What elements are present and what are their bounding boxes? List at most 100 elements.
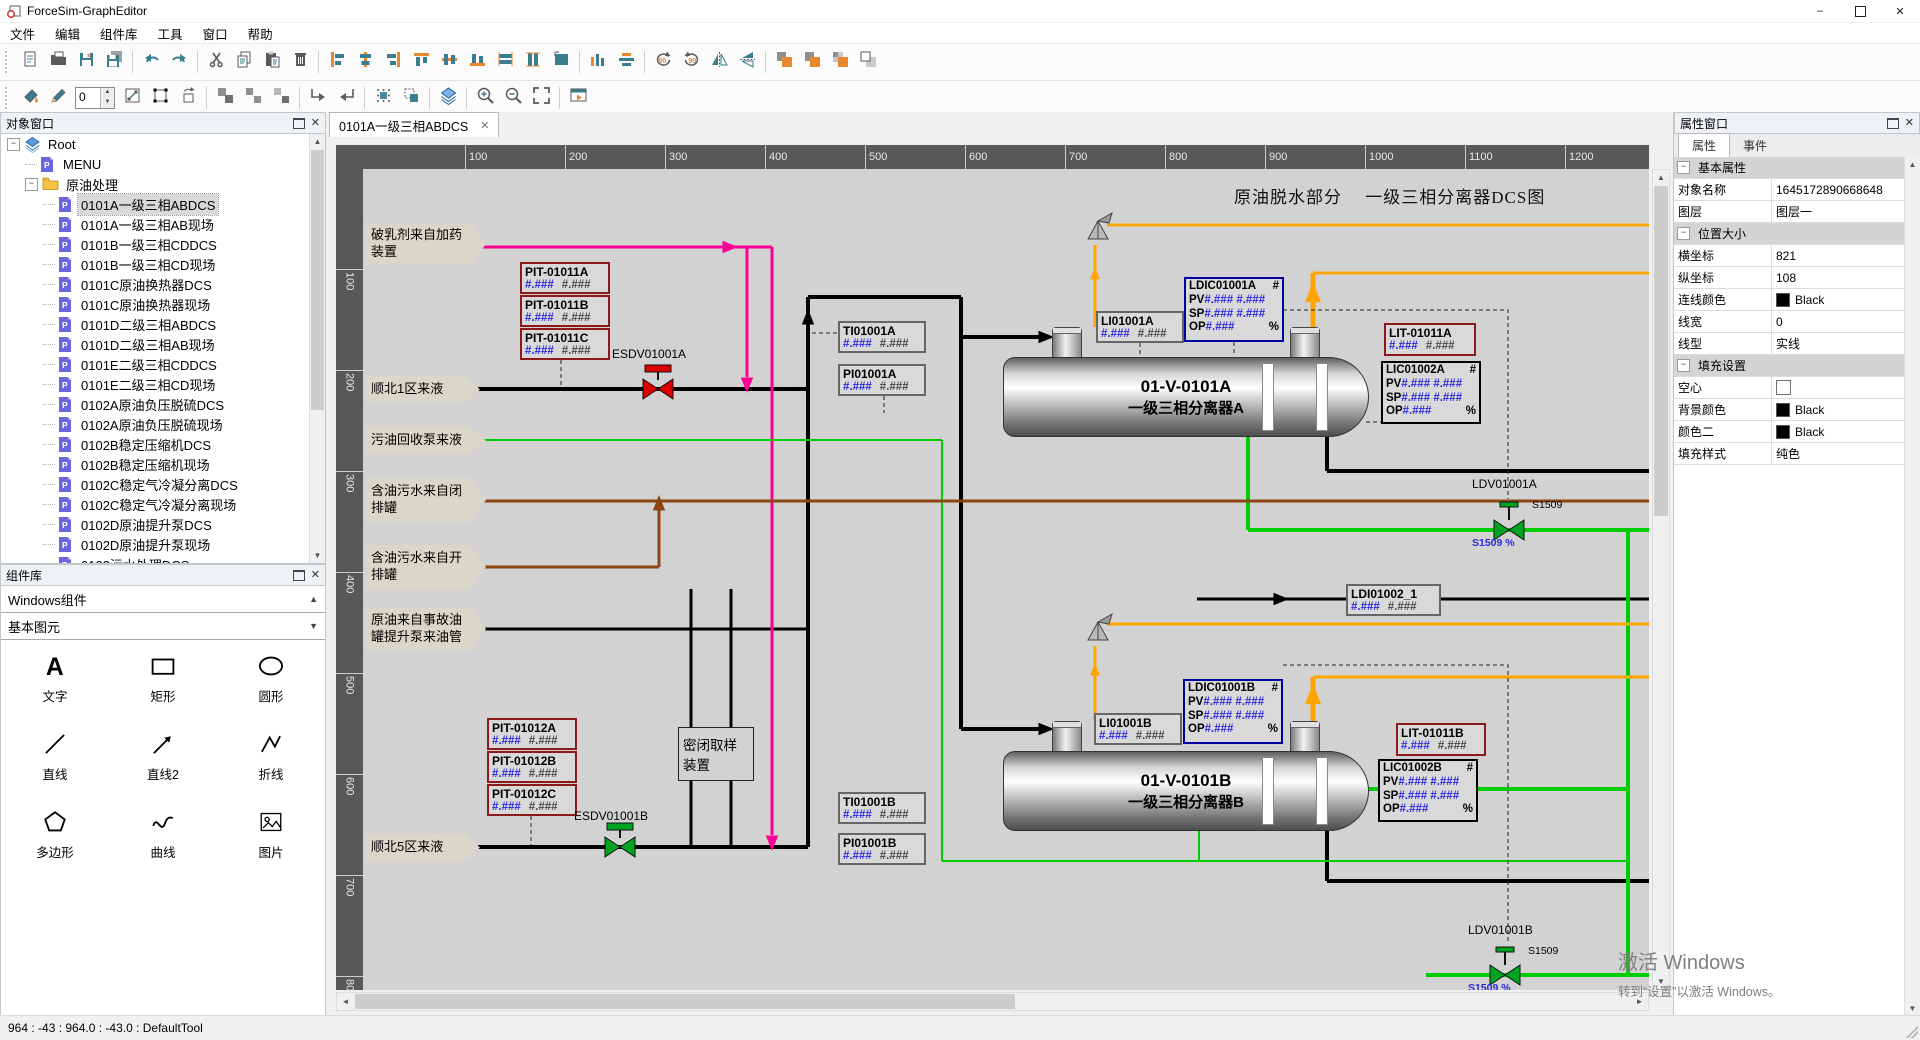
link-out-button[interactable] xyxy=(332,84,360,111)
instrument-tag-PIT-01012B[interactable]: PIT-01012B #.####.### xyxy=(487,751,577,783)
instrument-tag-LDIC01001A[interactable]: LDIC01001A# PV#.### #.### SP#.### #.### … xyxy=(1184,277,1284,342)
preview-button[interactable] xyxy=(564,84,592,111)
tree-item[interactable]: −原油处理 xyxy=(1,174,325,194)
flip-h-button[interactable] xyxy=(705,49,733,76)
instrument-tag-LDIC01001B[interactable]: LDIC01001B# PV#.### #.### SP#.### #.### … xyxy=(1183,679,1283,744)
scroll-thumb[interactable] xyxy=(355,994,1015,1009)
tree-item[interactable]: P0102A原油负压脱硫现场 xyxy=(1,414,325,434)
esdv-valve-ESDV01001A[interactable] xyxy=(638,363,678,408)
drawing-canvas[interactable]: 原油脱水部分 一级三相分离器DCS图破乳剂来自加药装置顺北1区来液污油回收泵来液… xyxy=(363,169,1649,990)
color-swatch[interactable] xyxy=(1776,403,1790,417)
instrument-tag-PIT-01011A[interactable]: PIT-01011A #.####.### xyxy=(520,262,610,294)
scroll-left-icon[interactable]: ◄ xyxy=(337,993,354,1010)
instrument-tag-TI01001B[interactable]: TI01001B #.####.### xyxy=(838,792,926,824)
property-value-cell[interactable]: 1645172890668648 xyxy=(1772,183,1905,197)
group-collapse-icon[interactable]: − xyxy=(1677,359,1690,372)
flip-v-button[interactable] xyxy=(733,49,761,76)
component-image[interactable]: 图片 xyxy=(217,796,325,874)
scroll-down-icon[interactable]: ▼ xyxy=(1653,974,1669,989)
align-center-h-button[interactable] xyxy=(351,49,379,76)
checkbox[interactable] xyxy=(1776,380,1791,395)
tree-item[interactable]: P0101B一级三相CDDCS xyxy=(1,234,325,254)
instrument-tag-LDI01002_1[interactable]: LDI01002_1 #.####.### xyxy=(1346,584,1441,616)
tree-item[interactable]: −Root xyxy=(1,134,325,154)
property-value-cell[interactable]: 108 xyxy=(1772,271,1905,285)
tree-scrollbar[interactable]: ▲ ▼ xyxy=(309,134,325,563)
tree-item[interactable]: PMENU xyxy=(1,154,325,174)
zoom-reset-button[interactable] xyxy=(527,84,555,111)
paste-button[interactable] xyxy=(258,49,286,76)
open-button[interactable] xyxy=(44,49,72,76)
property-value-cell[interactable]: 实线 xyxy=(1772,335,1905,352)
component-polygon[interactable]: 多边形 xyxy=(1,796,109,874)
zoom-out-button[interactable] xyxy=(499,84,527,111)
tab-close-icon[interactable]: ✕ xyxy=(480,119,489,132)
document-tab[interactable]: 0101A一级三相ABDCS ✕ xyxy=(329,112,499,137)
tree-item[interactable]: P0101C原油换热器现场 xyxy=(1,294,325,314)
align-top-button[interactable] xyxy=(407,49,435,76)
section-collapse-icon[interactable]: ▲ xyxy=(309,594,318,604)
component-text[interactable]: A 文字 xyxy=(1,640,109,718)
properties-tab-属性[interactable]: 属性 xyxy=(1678,133,1730,158)
delete-button[interactable] xyxy=(286,49,314,76)
instrument-tag-LI01001B[interactable]: LI01001B #.####.### xyxy=(1094,713,1182,745)
instrument-tag-PIT-01012A[interactable]: PIT-01012A #.####.### xyxy=(487,718,577,750)
tree-item[interactable]: P0101A一级三相AB现场 xyxy=(1,214,325,234)
redo-button[interactable] xyxy=(165,49,193,76)
instrument-tag-PIT-01011C[interactable]: PIT-01011C #.####.### xyxy=(520,328,610,360)
canvas-vertical-scrollbar[interactable]: ▲ ▼ xyxy=(1652,169,1670,990)
minimize-button[interactable]: – xyxy=(1800,0,1840,22)
same-width-button[interactable] xyxy=(491,49,519,76)
group-collapse-icon[interactable]: − xyxy=(1677,161,1690,174)
component-line2[interactable]: 直线2 xyxy=(109,718,217,796)
component-polyline[interactable]: 折线 xyxy=(217,718,325,796)
menu-工具[interactable]: 工具 xyxy=(148,22,193,45)
canvas-horizontal-scrollbar[interactable]: ◄ ► xyxy=(336,992,1649,1011)
property-value-cell[interactable]: Black xyxy=(1772,293,1905,307)
float-panel-icon[interactable] xyxy=(1887,118,1899,129)
tree-item[interactable]: P0101E二级三相CDDCS xyxy=(1,354,325,374)
tree-item[interactable]: P0103污水处理DCS xyxy=(1,554,325,564)
tree-item[interactable]: P0101C原油换热器DCS xyxy=(1,274,325,294)
instrument-tag-PI01001A[interactable]: PI01001A #.####.### xyxy=(838,364,926,396)
close-button[interactable]: ✕ xyxy=(1880,0,1920,22)
send-backward-button[interactable] xyxy=(854,49,882,76)
save-all-button[interactable] xyxy=(100,49,128,76)
save-button[interactable] xyxy=(72,49,100,76)
scroll-up-icon[interactable]: ▲ xyxy=(310,134,325,149)
scroll-thumb[interactable] xyxy=(311,150,324,410)
resize-grip[interactable] xyxy=(1906,1026,1918,1038)
property-value-cell[interactable]: Black xyxy=(1772,403,1905,417)
zoom-in-button[interactable] xyxy=(471,84,499,111)
tree-item[interactable]: P0102C稳定气冷凝分离DCS xyxy=(1,474,325,494)
new-button[interactable] xyxy=(16,49,44,76)
same-height-button[interactable] xyxy=(519,49,547,76)
scroll-down-icon[interactable]: ▼ xyxy=(310,548,325,563)
tree-item[interactable]: P0102A原油负压脱硫DCS xyxy=(1,394,325,414)
scroll-up-icon[interactable]: ▲ xyxy=(1905,157,1920,172)
component-line[interactable]: 直线 xyxy=(1,718,109,796)
scroll-right-icon[interactable]: ► xyxy=(1631,993,1648,1010)
distribute-v-button[interactable] xyxy=(612,49,640,76)
property-group-位置大小[interactable]: − 位置大小 xyxy=(1674,223,1905,245)
same-size-button[interactable] xyxy=(547,49,575,76)
properties-scrollbar[interactable]: ▲ ▼ xyxy=(1904,157,1920,1016)
instrument-tag-PIT-01011B[interactable]: PIT-01011B #.####.### xyxy=(520,295,610,327)
separator-vessel[interactable]: 01-V-0101B 一级三相分离器B xyxy=(1003,751,1369,831)
property-value-cell[interactable]: 纯色 xyxy=(1772,445,1905,462)
scroll-down-icon[interactable]: ▼ xyxy=(1905,1001,1920,1016)
edit-vertex-button[interactable] xyxy=(118,84,146,111)
scroll-thumb[interactable] xyxy=(1654,186,1668,516)
align-right-button[interactable] xyxy=(379,49,407,76)
edit-rect-button[interactable] xyxy=(146,84,174,111)
instrument-tag-LIT-01011A[interactable]: LIT-01011A #.####.### xyxy=(1384,323,1476,356)
tree-item[interactable]: P0102B稳定压缩机DCS xyxy=(1,434,325,454)
undo-button[interactable] xyxy=(137,49,165,76)
tree-expander-icon[interactable]: − xyxy=(7,138,20,151)
instrument-tag-PIT-01012C[interactable]: PIT-01012C #.####.### xyxy=(487,784,577,816)
property-group-填充设置[interactable]: − 填充设置 xyxy=(1674,355,1905,377)
distribute-h-button[interactable] xyxy=(584,49,612,76)
bring-forward-button[interactable] xyxy=(826,49,854,76)
float-panel-icon[interactable] xyxy=(293,570,305,581)
link-in-button[interactable] xyxy=(304,84,332,111)
